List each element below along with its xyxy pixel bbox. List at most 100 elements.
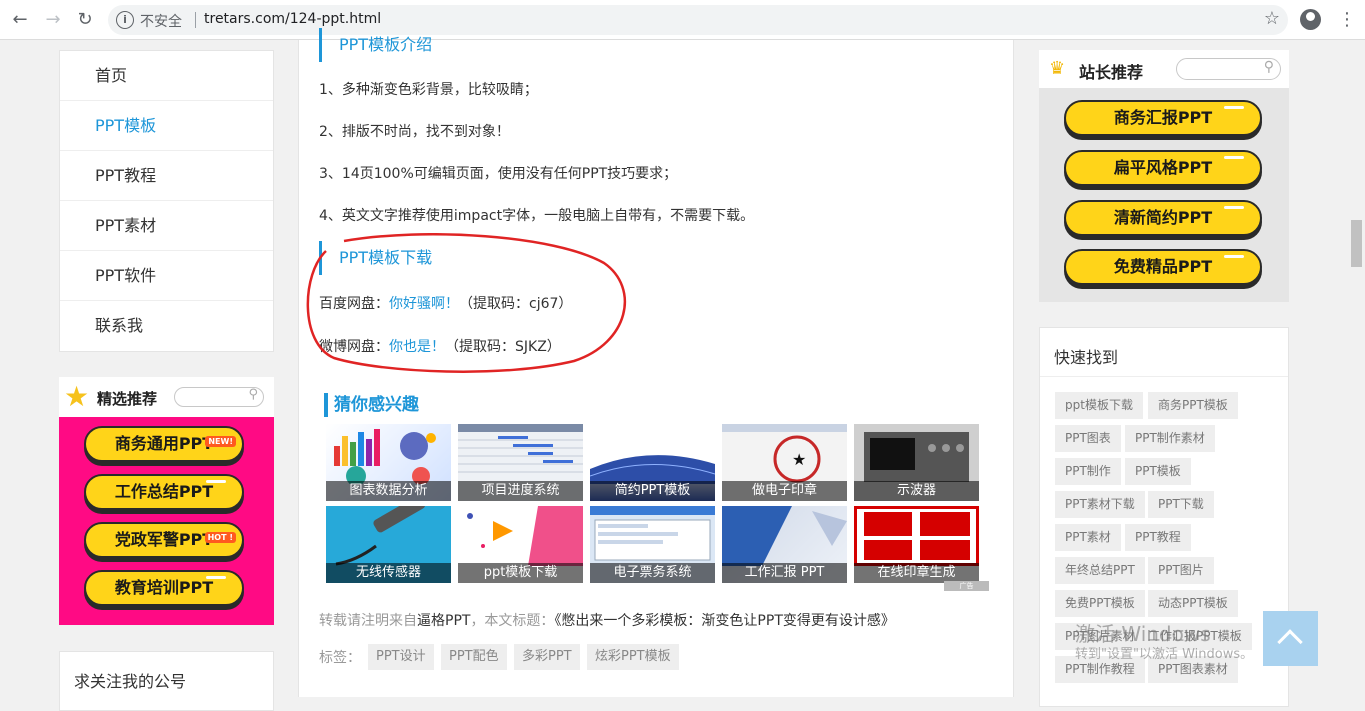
address-bar[interactable]: i 不安全 tretars.com/124-ppt.html ☆ <box>108 5 1288 35</box>
featured-button-label: 商务通用PPT <box>114 434 214 453</box>
nav-item-ppt-templates[interactable]: PPT模板 <box>60 101 273 151</box>
forward-arrow-icon[interactable]: → <box>41 8 65 32</box>
red-annotation-ellipse <box>306 233 627 373</box>
thumb-e-seal[interactable]: ★ 做电子印章 <box>722 424 847 501</box>
thumb-work-report[interactable]: 工作汇报 PPT <box>722 506 847 583</box>
thumb-ppt-download[interactable]: ppt模板下载 <box>458 506 583 583</box>
thumb-online-seal[interactable]: 在线印章生成 <box>854 506 979 583</box>
browser-toolbar: ← → ↻ i 不安全 tretars.com/124-ppt.html ☆ ⋮ <box>0 0 1365 40</box>
featured-button-label: 党政军警PPT <box>114 530 214 549</box>
featured-buttons-area: 商务通用PPT NEW! 工作总结PPT 党政军警PPT HOT ! 教育培训P… <box>59 417 274 625</box>
nav-item-ppt-software[interactable]: PPT软件 <box>60 251 273 301</box>
reload-icon[interactable]: ↻ <box>73 8 97 32</box>
repost-mid: ，本文标题： <box>470 613 555 629</box>
thumb-oscilloscope-graphic <box>864 432 969 482</box>
quick-chip[interactable]: 动态PPT模板 <box>1148 590 1238 617</box>
quick-chip[interactable]: PPT素材 <box>1055 524 1121 551</box>
thumb-project-progress[interactable]: 项目进度系统 <box>458 424 583 501</box>
profile-avatar-icon[interactable] <box>1300 9 1321 30</box>
search-icon[interactable]: ⚲ <box>248 387 258 402</box>
recommend-title: 站长推荐 <box>1079 63 1144 82</box>
star-icon: ★ <box>64 380 90 413</box>
qr-card: 求关注我的公号 <box>59 651 274 711</box>
ad-badge[interactable]: 广告 <box>944 581 989 591</box>
tag-dazzle-template[interactable]: 炫彩PPT模板 <box>587 644 679 670</box>
tag-ppt-design[interactable]: PPT设计 <box>368 644 434 670</box>
thumb-caption: 简约PPT模板 <box>590 481 715 501</box>
thumb-seal-graphic: ★ <box>722 424 847 483</box>
quick-chip[interactable]: PPT下载 <box>1148 491 1214 518</box>
svg-text:★: ★ <box>792 450 806 469</box>
recommend-button-free-premium[interactable]: 免费精品PPT <box>1064 249 1262 285</box>
nav-item-ppt-tutorials[interactable]: PPT教程 <box>60 151 273 201</box>
quick-chip[interactable]: PPT图片 <box>1148 557 1214 584</box>
thumb-e-ticket[interactable]: 电子票务系统 <box>590 506 715 583</box>
button-shine <box>1224 206 1244 209</box>
search-icon[interactable]: ⚲ <box>1264 59 1274 75</box>
featured-panel: ★ 精选推荐 ⚲ 商务通用PPT NEW! 工作总结PPT 党政军警PPT HO… <box>59 377 274 625</box>
featured-button-work-summary[interactable]: 工作总结PPT <box>84 474 244 510</box>
scrollbar-thumb[interactable] <box>1351 220 1362 267</box>
quick-find-title: 快速找到 <box>1054 348 1119 367</box>
recommend-button-label: 扁平风格PPT <box>1113 158 1213 177</box>
thumb-chart-graphic <box>334 429 436 486</box>
featured-header: ★ 精选推荐 ⚲ <box>59 377 274 417</box>
url-text[interactable]: tretars.com/124-ppt.html <box>204 11 381 27</box>
intro-heading: PPT模板介绍 <box>319 28 432 62</box>
info-icon[interactable]: i <box>116 11 134 29</box>
intro-point-1: 1、多种渐变色彩背景，比较吸睛； <box>319 82 538 98</box>
featured-button-business[interactable]: 商务通用PPT NEW! <box>84 426 244 462</box>
thumb-simple-template[interactable]: 简约PPT模板 <box>590 424 715 501</box>
quick-chip[interactable]: PPT素材下载 <box>1055 491 1145 518</box>
button-shine <box>206 480 226 483</box>
quick-chip[interactable]: 免费PPT模板 <box>1055 590 1145 617</box>
repost-site[interactable]: 逼格PPT <box>417 613 470 629</box>
recommend-button-business-report[interactable]: 商务汇报PPT <box>1064 100 1262 136</box>
new-badge: NEW! <box>205 436 236 447</box>
thumb-oscilloscope[interactable]: 示波器 <box>854 424 979 501</box>
thumb-caption: 无线传感器 <box>326 563 451 583</box>
quick-chip[interactable]: PPT教程 <box>1125 524 1191 551</box>
nav-item-contact[interactable]: 联系我 <box>60 301 273 351</box>
left-nav-menu: 首页 PPT模板 PPT教程 PPT素材 PPT软件 联系我 <box>59 50 274 352</box>
article-body: PPT模板介绍 1、多种渐变色彩背景，比较吸睛； 2、排版不时尚，找不到对象！ … <box>298 28 1014 697</box>
quick-chip[interactable]: 商务PPT模板 <box>1148 392 1238 419</box>
recommend-button-fresh-simple[interactable]: 清新简约PPT <box>1064 200 1262 236</box>
tag-ppt-color[interactable]: PPT配色 <box>441 644 507 670</box>
button-shine <box>1224 156 1244 159</box>
recommend-search-input[interactable]: ⚲ <box>1176 58 1281 80</box>
nav-item-ppt-materials[interactable]: PPT素材 <box>60 201 273 251</box>
nav-item-home[interactable]: 首页 <box>60 51 273 101</box>
quick-chip[interactable]: ppt模板下载 <box>1055 392 1143 419</box>
quick-chip[interactable]: PPT制作素材 <box>1125 425 1215 452</box>
thumb-ticket-graphic <box>590 506 715 561</box>
qr-title: 求关注我的公号 <box>74 672 187 691</box>
repost-title[interactable]: 《憋出来一个多彩模板：渐变色让PPT变得更有设计感》 <box>554 613 894 629</box>
quick-chip[interactable]: PPT制作 <box>1055 458 1121 485</box>
back-to-top-button[interactable] <box>1263 611 1318 666</box>
page-scrollbar[interactable] <box>1348 40 1365 697</box>
featured-button-education[interactable]: 教育培训PPT <box>84 570 244 606</box>
quick-chip[interactable]: PPT模板 <box>1125 458 1191 485</box>
featured-button-party-gov[interactable]: 党政军警PPT HOT ! <box>84 522 244 558</box>
thumb-caption: ppt模板下载 <box>458 563 583 583</box>
menu-kebab-icon[interactable]: ⋮ <box>1338 8 1356 32</box>
repost-notice: 转载请注明来自逼格PPT，本文标题：《憋出来一个多彩模板：渐变色让PPT变得更有… <box>319 610 895 630</box>
bookmark-star-icon[interactable]: ☆ <box>1264 8 1280 29</box>
quick-chip[interactable]: PPT图表 <box>1055 425 1121 452</box>
thumb-template-graphic <box>590 455 715 484</box>
related-thumbnails: 图表数据分析 项目进度系统 简约PPT模板 ★ 做电子印章 示波器 无线传感器 … <box>326 424 981 584</box>
thumb-wireless-sensor[interactable]: 无线传感器 <box>326 506 451 583</box>
button-shine <box>1224 255 1244 258</box>
tag-colorful-ppt[interactable]: 多彩PPT <box>514 644 580 670</box>
featured-title: 精选推荐 <box>97 390 158 408</box>
back-arrow-icon[interactable]: ← <box>8 8 32 32</box>
thumb-report-graphic <box>722 506 847 566</box>
thumb-chart-analysis[interactable]: 图表数据分析 <box>326 424 451 501</box>
guess-heading: 猜你感兴趣 <box>324 393 419 417</box>
quick-chip[interactable]: 年终总结PPT <box>1055 557 1145 584</box>
recommend-button-flat-style[interactable]: 扁平风格PPT <box>1064 150 1262 186</box>
intro-point-4: 4、英文文字推荐使用impact字体，一般电脑上自带有，不需要下载。 <box>319 208 755 224</box>
featured-search-input[interactable]: ⚲ <box>174 387 264 407</box>
thumb-caption: 图表数据分析 <box>326 481 451 501</box>
